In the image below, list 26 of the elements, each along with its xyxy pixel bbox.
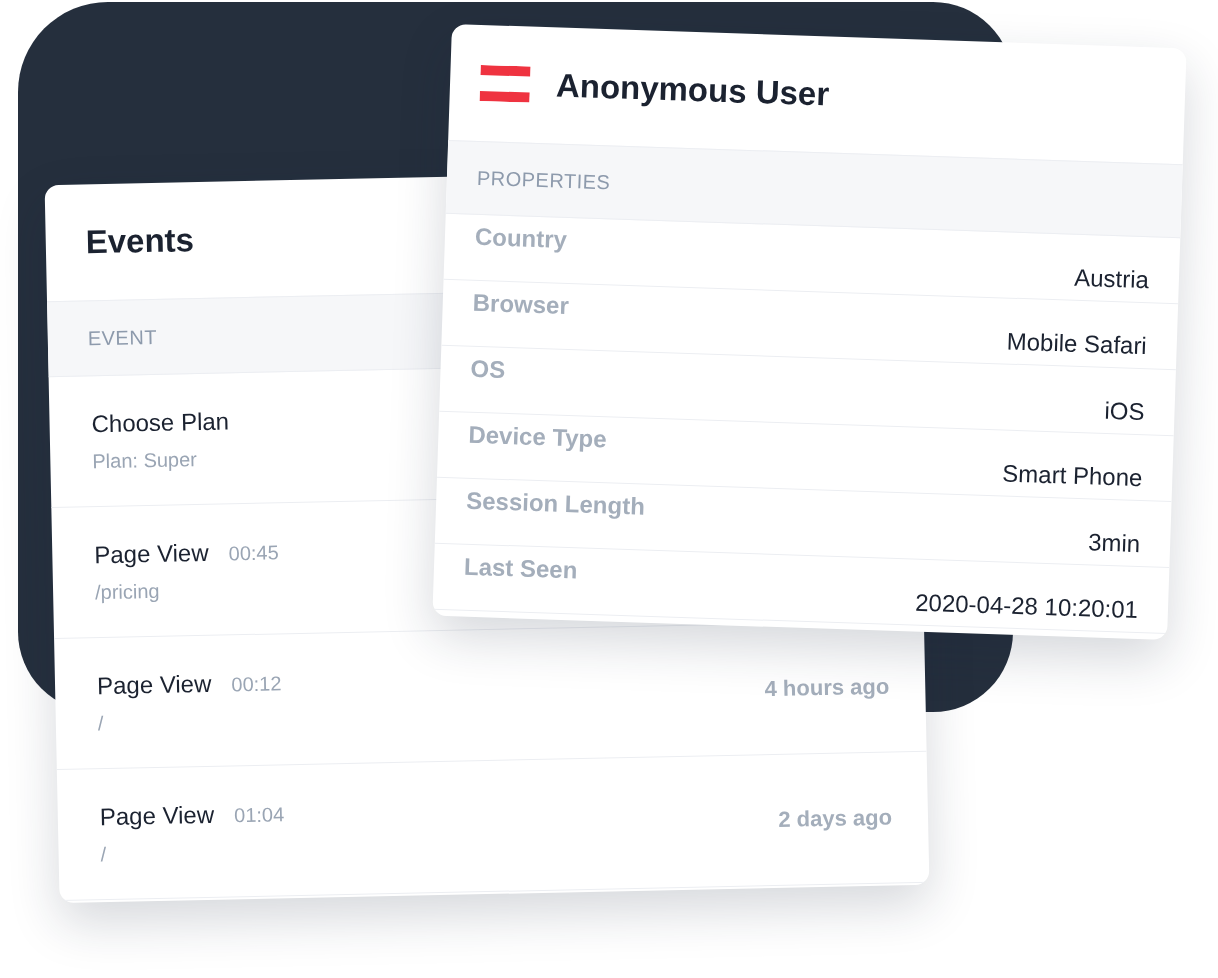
event-name: Page View xyxy=(99,800,215,831)
event-name: Page View xyxy=(94,538,209,569)
event-detail: /pricing xyxy=(94,578,161,604)
event-time: 00:45 xyxy=(228,540,279,565)
property-value: 2020-04-28 10:20:01 xyxy=(914,588,1139,625)
card-title: Events xyxy=(85,221,195,262)
event-time: 01:04 xyxy=(233,802,285,827)
property-value: Mobile Safari xyxy=(1006,327,1148,361)
property-value: Austria xyxy=(1073,263,1150,295)
property-value: iOS xyxy=(1104,396,1145,427)
property-label: Device Type xyxy=(467,420,608,454)
property-label: Last Seen xyxy=(463,552,578,585)
event-ago: 2 days ago xyxy=(778,804,893,833)
event-time: 00:12 xyxy=(231,671,282,696)
event-name: Page View xyxy=(96,669,212,700)
property-label: Session Length xyxy=(465,486,646,521)
event-ago: 4 hours ago xyxy=(764,673,890,703)
event-name: Choose Plan xyxy=(91,406,230,438)
event-detail: / xyxy=(100,841,108,866)
event-detail: Plan: Super xyxy=(92,446,199,473)
property-label: Browser xyxy=(472,288,570,320)
property-value: 3min xyxy=(1087,528,1141,559)
event-detail: / xyxy=(97,710,105,735)
flag-icon xyxy=(479,64,531,103)
property-value: Smart Phone xyxy=(1001,459,1143,493)
card-title: Anonymous User xyxy=(555,66,830,114)
